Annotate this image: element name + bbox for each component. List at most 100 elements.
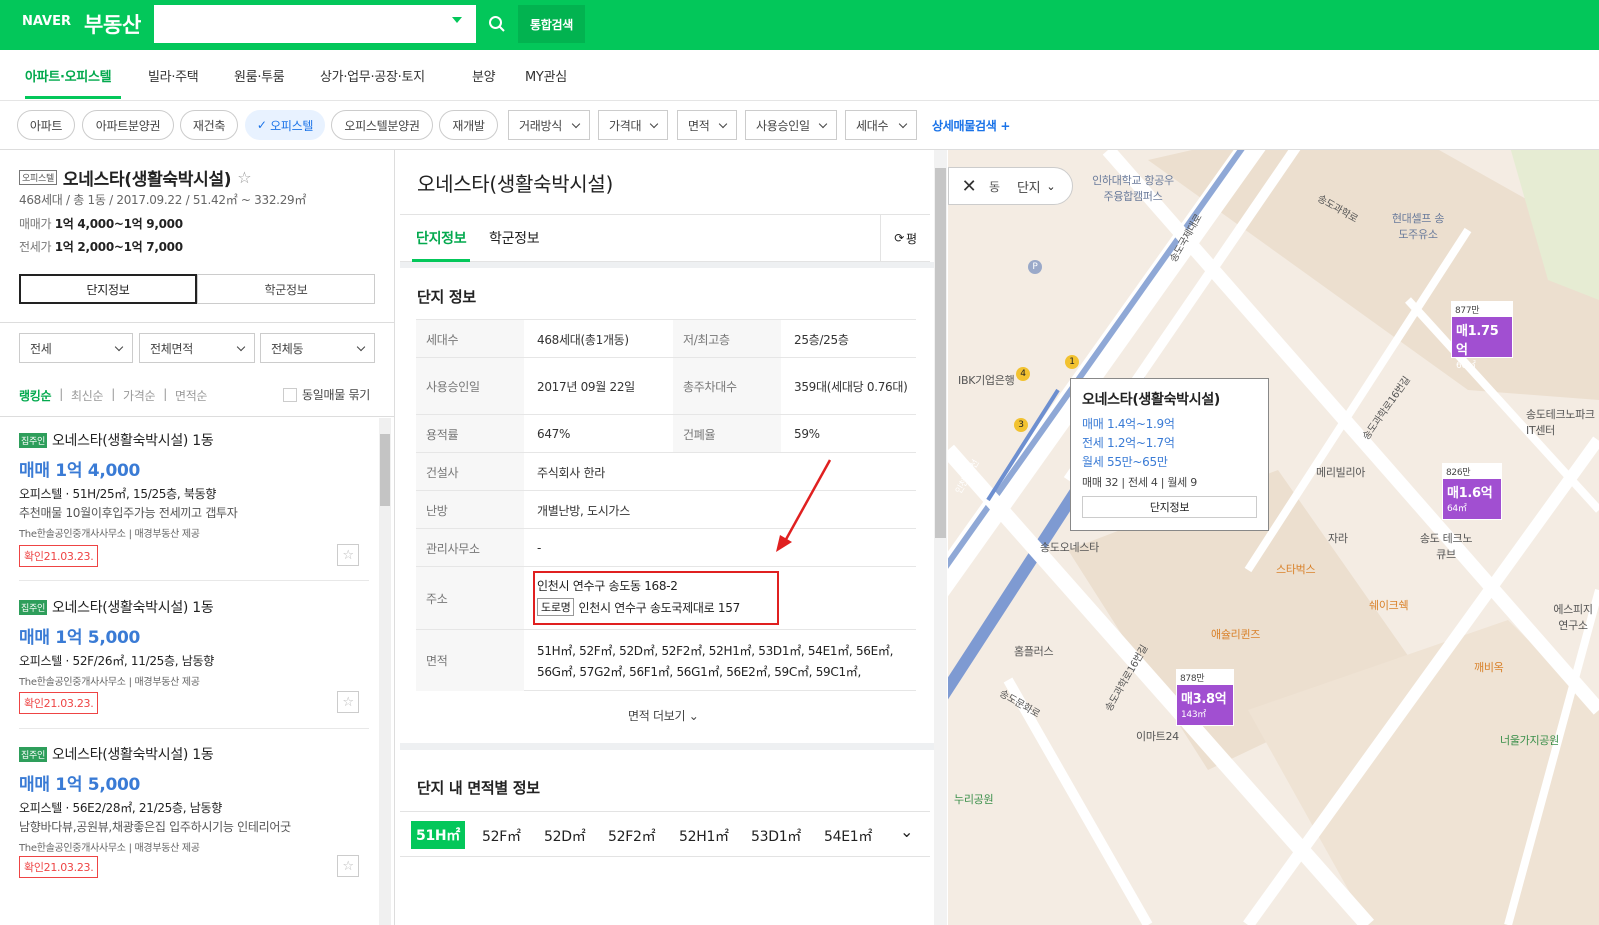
tab-school-info[interactable]: 학군정보 [489, 228, 540, 248]
popup-counts: 매매 32 | 전세 4 | 월세 9 [1082, 476, 1197, 489]
section-title: 단지 내 면적별 정보 [417, 779, 540, 797]
popup-title: 오네스타(생활숙박시설) [1082, 392, 1220, 408]
unit-toggle[interactable]: ⟳ 평 [880, 215, 930, 261]
chip-apartment-presale[interactable]: 아파트분양권 [82, 110, 174, 140]
poi-label[interactable]: 인하대학교 항공우주융합캠퍼스 [1088, 172, 1178, 204]
list-item[interactable]: 집주인 오네스타(생활숙박시설) 1동 매매 1억 5,000 오피스텔 · 56… [19, 744, 369, 894]
favorite-star-icon[interactable]: ☆ [337, 544, 359, 566]
price-pin[interactable]: 877만 매1.75억 66㎡ [1451, 301, 1513, 371]
close-icon[interactable]: ✕ [949, 176, 989, 197]
info-row-households: 세대수 468세대(총1개동) 저/최고층 25층/25층 [416, 319, 916, 358]
search-dropdown-icon[interactable] [452, 17, 462, 23]
list-scrollbar-thumb[interactable] [380, 434, 390, 506]
tab-oneroom[interactable]: 원룸·투룸 [234, 66, 285, 85]
dropdown-households[interactable]: 세대수 [845, 110, 917, 140]
poi-label[interactable]: 송도테크노파크 IT센터 [1526, 406, 1598, 438]
tab-my-interest[interactable]: MY관심 [525, 66, 567, 85]
listing-desc: 추천매물 10월이후입주가능 전세끼고 갭투자 [19, 506, 238, 520]
area-tab[interactable]: 53D1㎡ [751, 826, 801, 846]
area-select[interactable]: 전체면적 [139, 333, 255, 363]
poi-label[interactable]: 너울가지공원 [1500, 732, 1559, 748]
poi-label[interactable]: 에스피지 연구소 [1548, 601, 1598, 633]
search-input[interactable] [154, 5, 476, 43]
list-item[interactable]: 집주인 오네스타(생활숙박시설) 1동 매매 1억 5,000 오피스텔 · 52… [19, 597, 369, 727]
pin-area: 64㎡ [1447, 504, 1467, 514]
dropdown-price[interactable]: 가격대 [598, 110, 668, 140]
complex-popup[interactable]: 오네스타(생활숙박시설) 매매 1.4억~1.9억 전세 1.2억~1.7억 월… [1070, 378, 1269, 531]
tab-presale[interactable]: 분양 [472, 66, 496, 85]
complex-summary-panel: 오피스텔 오네스타(생활숙박시설) ☆ 468세대 / 총 1동 / 2017.… [0, 150, 395, 925]
service-title[interactable]: 부동산 [84, 9, 141, 39]
pin-price: 매1.6억 [1447, 486, 1493, 501]
poi-label[interactable]: 송도 테크노큐브 [1416, 530, 1476, 562]
chip-officetel-presale[interactable]: 오피스텔분양권 [331, 110, 433, 140]
area-tab[interactable]: 52F2㎡ [608, 826, 656, 846]
search-button[interactable] [478, 5, 516, 43]
school-info-tab[interactable]: 학군정보 [197, 274, 375, 304]
poi-label[interactable]: 이마트24 [1136, 728, 1179, 744]
area-tab[interactable]: 54E1㎡ [824, 826, 872, 846]
map-complex-control[interactable]: ✕ 동 단지 ⌄ [948, 167, 1073, 205]
chevron-down-icon[interactable]: ⌄ [900, 822, 913, 841]
area-more-button[interactable]: 면적 더보기 ⌄ [628, 707, 699, 724]
area-tab[interactable]: 52H1㎡ [679, 826, 729, 846]
naver-logo[interactable]: NAVER [22, 14, 71, 29]
integrated-search-button[interactable]: 통합검색 [518, 5, 585, 43]
popup-complex-info-button[interactable]: 단지정보 [1082, 496, 1257, 518]
dropdown-approval-date[interactable]: 사용승인일 [745, 110, 837, 140]
area-tab-active[interactable]: 51H㎡ [411, 821, 465, 849]
price-pin[interactable]: 826만 매1.6억 64㎡ [1442, 463, 1502, 520]
map-view[interactable]: ✕ 동 단지 ⌄ 인하대학교 항공우주융합캠퍼스 현대셀프 송도주유소 IBK기… [948, 150, 1599, 925]
chip-reconstruction[interactable]: 재건축 [180, 110, 238, 140]
sort-latest[interactable]: 최신순 [71, 387, 104, 404]
info-value: 주식회사 한라 [537, 465, 605, 480]
poi-label[interactable]: 쉐이크쉑 [1369, 597, 1409, 613]
chip-apartment[interactable]: 아파트 [17, 110, 75, 140]
area-tab[interactable]: 52F㎡ [482, 826, 521, 846]
poi-label[interactable]: IBK기업은행 [958, 372, 1015, 388]
price-pin[interactable]: 878만 매3.8억 143㎡ [1176, 669, 1234, 726]
list-scrollbar[interactable] [379, 418, 391, 925]
poi-label[interactable]: 메리빌리아 [1316, 464, 1365, 480]
detail-scrollbar-thumb[interactable] [935, 168, 946, 538]
chip-redevelopment[interactable]: 재개발 [439, 110, 498, 140]
advanced-search-link[interactable]: 상세매물검색 + [932, 117, 1010, 134]
sort-price[interactable]: 가격순 [123, 387, 156, 404]
complex-toggle-label[interactable]: 단지 [1017, 177, 1041, 196]
trade-select[interactable]: 전세 [19, 333, 133, 363]
poi-label[interactable]: 송도오네스타 [1040, 539, 1099, 555]
poi-label[interactable]: 자라 [1328, 530, 1348, 546]
annotation-arrow-icon [776, 459, 832, 552]
favorite-star-icon[interactable]: ☆ [337, 855, 359, 877]
listing-price: 매매 1억 5,000 [19, 628, 141, 648]
poi-label[interactable]: 누리공원 [954, 791, 994, 807]
group-checkbox[interactable] [283, 387, 297, 402]
sort-area[interactable]: 면적순 [175, 387, 208, 404]
favorite-star-icon[interactable]: ☆ [337, 691, 359, 713]
poi-label[interactable]: 스타벅스 [1276, 561, 1316, 577]
dropdown-trade-type[interactable]: 거래방식 [508, 110, 590, 140]
favorite-star-icon[interactable]: ☆ [237, 168, 251, 187]
building-select[interactable]: 전체동 [260, 333, 375, 363]
info-label: 건설사 [416, 453, 524, 491]
info-label: 건폐율 [673, 415, 781, 453]
tab-villa-house[interactable]: 빌라·주택 [148, 66, 199, 85]
list-item[interactable]: 집주인 오네스타(생활숙박시설) 1동 매매 1억 4,000 오피스텔 · 51… [19, 430, 369, 578]
sort-ranking[interactable]: 랭킹순 [19, 387, 52, 404]
dropdown-area[interactable]: 면적 [677, 110, 737, 140]
divider [0, 416, 394, 417]
tab-complex-info[interactable]: 단지정보 [416, 228, 467, 248]
tab-apartment-officetel[interactable]: 아파트·오피스텔 [25, 66, 112, 85]
chip-officetel[interactable]: ✓ 오피스텔 [245, 110, 325, 140]
poi-label[interactable]: 현대셀프 송도주유소 [1388, 210, 1448, 242]
section-gap [400, 262, 934, 268]
area-tab[interactable]: 52D㎡ [544, 826, 586, 846]
poi-label[interactable]: 깨비옥 [1474, 659, 1504, 675]
poi-label[interactable]: 애슐리퀸즈 [1211, 626, 1260, 642]
detail-scrollbar[interactable] [934, 150, 947, 925]
section-title: 단지 정보 [417, 288, 476, 306]
complex-info-tab[interactable]: 단지정보 [19, 274, 197, 304]
poi-label[interactable]: 홈플러스 [1014, 643, 1054, 659]
tab-commercial[interactable]: 상가·업무·공장·토지 [320, 66, 425, 85]
listing-desc: 남향바다뷰,공원뷰,채광좋은집 입주하시기능 인테리어굿 [19, 820, 291, 834]
